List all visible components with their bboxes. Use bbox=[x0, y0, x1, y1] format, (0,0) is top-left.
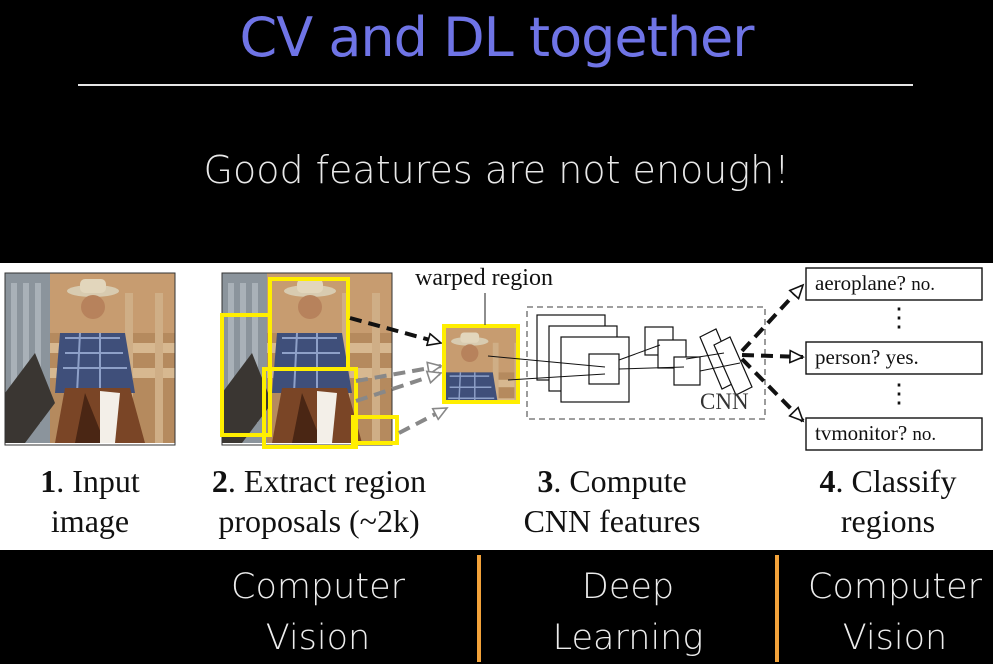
input-image bbox=[4, 272, 176, 446]
slide-title: CV and DL together bbox=[239, 6, 755, 69]
slide-subtitle: Good features are not enough! bbox=[203, 148, 790, 192]
rcnn-diagram: warped region CNN aeroplane? no. person?… bbox=[0, 263, 993, 550]
warped-region-label: warped region bbox=[415, 265, 553, 291]
cnn-label: CNN bbox=[700, 389, 749, 414]
ellipsis-bottom: ⋮ bbox=[886, 379, 912, 408]
title-rule bbox=[78, 84, 913, 86]
class-label-person: person? yes. bbox=[815, 345, 919, 369]
step-4-caption: 4. Classify regions bbox=[819, 463, 957, 539]
divider-right bbox=[775, 555, 779, 662]
bottom-label-computer-vision-left: Computer Vision bbox=[231, 567, 405, 658]
bottom-label-computer-vision-right: Computer Vision bbox=[808, 567, 982, 658]
step-2-caption: 2. Extract region proposals (~2k) bbox=[211, 463, 427, 539]
step-1-caption: 1. Input image bbox=[40, 463, 140, 539]
class-label-tvmonitor: tvmonitor? no. bbox=[815, 421, 937, 445]
step-3-caption: 3. Compute CNN features bbox=[523, 463, 701, 539]
ellipsis-top: ⋮ bbox=[886, 303, 912, 332]
proposals-image bbox=[220, 272, 399, 449]
class-label-aeroplane: aeroplane? no. bbox=[815, 271, 935, 295]
warped-region bbox=[442, 293, 520, 404]
bottom-label-deep-learning: Deep Learning bbox=[552, 567, 704, 658]
divider-left bbox=[477, 555, 481, 662]
